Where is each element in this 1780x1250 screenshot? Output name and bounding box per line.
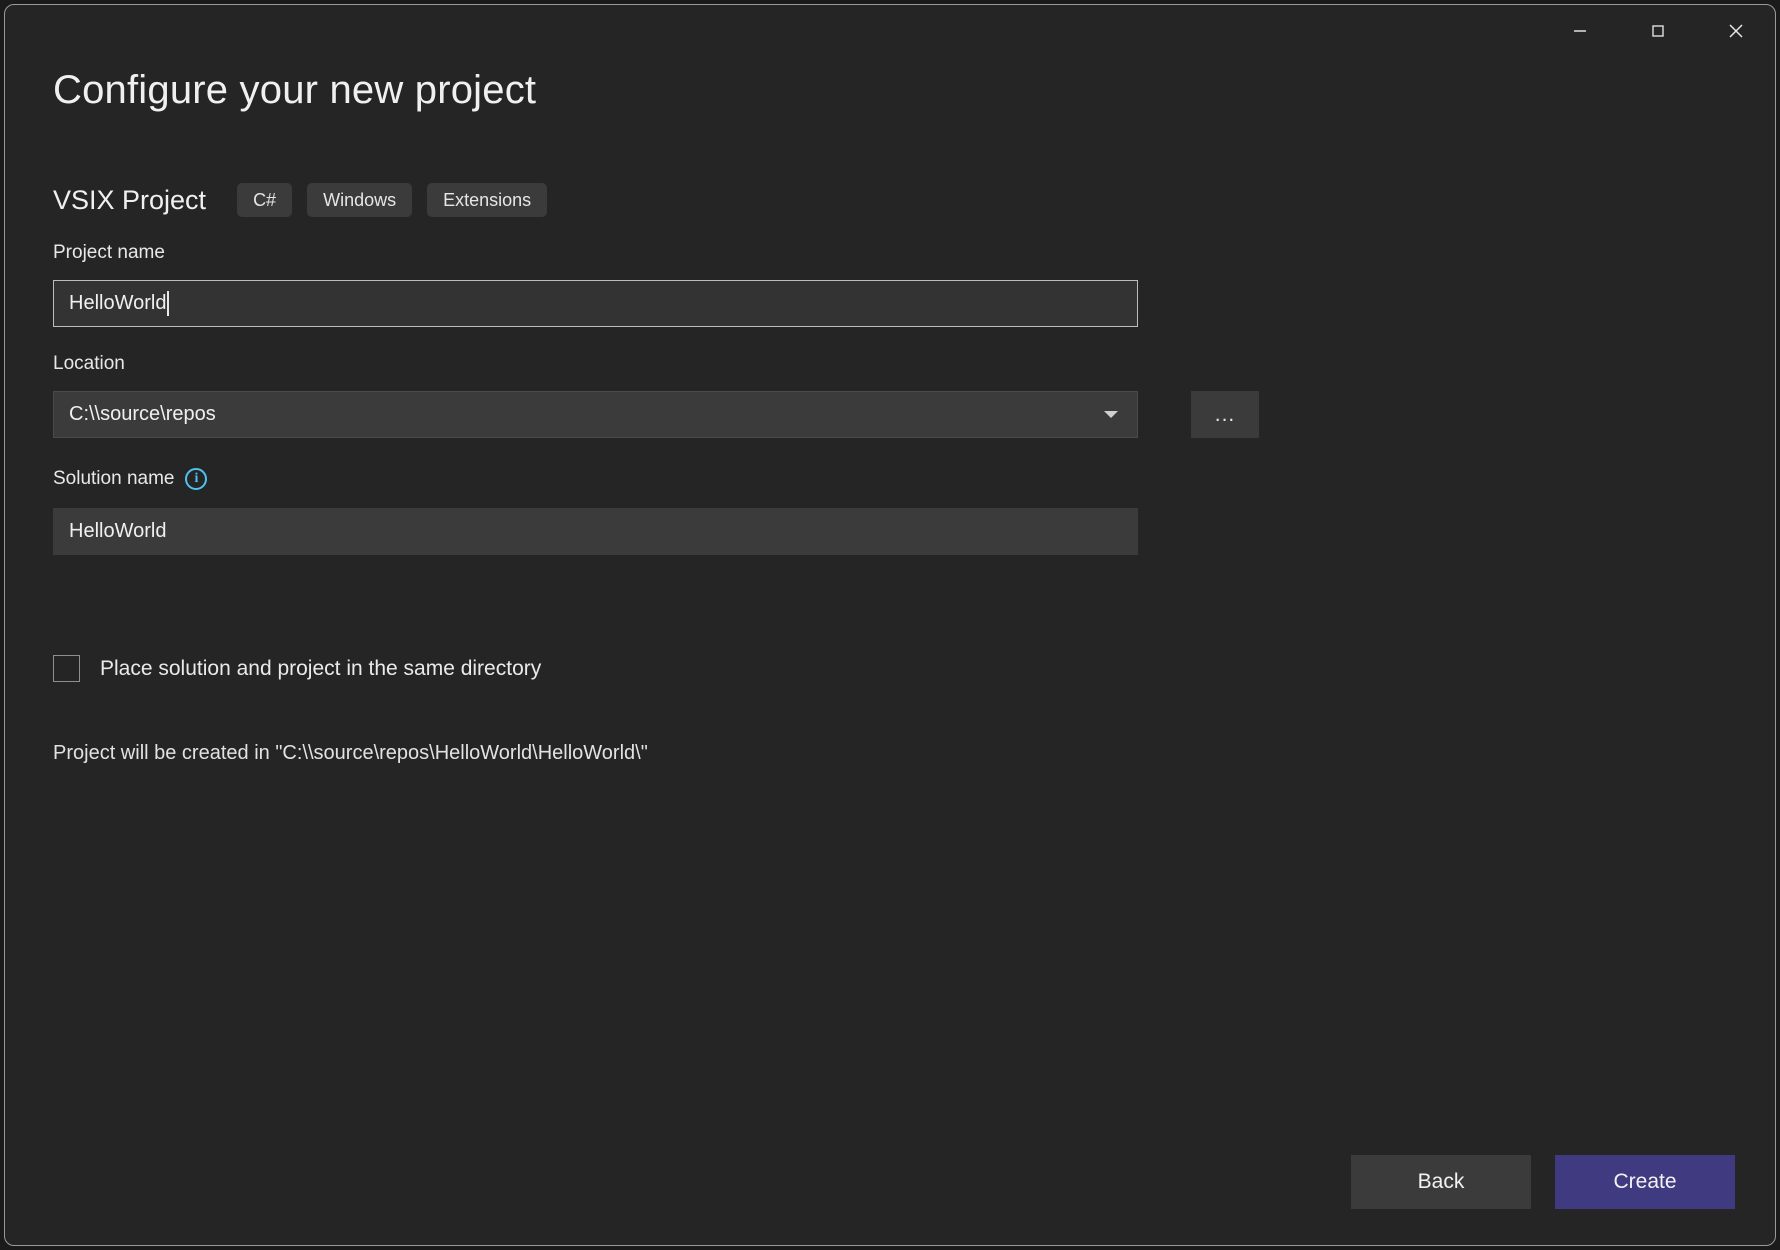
location-value: C:\\source\repos	[69, 403, 216, 425]
dialog-footer: Back Create	[1351, 1155, 1735, 1209]
template-name: VSIX Project	[53, 184, 207, 215]
info-icon[interactable]: i	[185, 468, 208, 490]
page-title: Configure your new project	[53, 68, 537, 112]
solution-name-value: HelloWorld	[69, 520, 167, 542]
text-caret	[167, 291, 170, 316]
tag-project-type: Extensions	[427, 183, 548, 217]
browse-location-button[interactable]: ...	[1191, 391, 1259, 438]
configure-project-dialog: Configure your new project VSIX Project …	[4, 4, 1776, 1246]
template-tags: C# Windows Extensions	[237, 183, 548, 217]
same-directory-label: Place solution and project in the same d…	[100, 656, 542, 680]
location-label: Location	[53, 353, 125, 374]
maximize-icon	[1648, 21, 1668, 41]
minimize-button[interactable]	[1541, 5, 1619, 57]
solution-name-label-row: Solution name i	[53, 468, 208, 490]
maximize-button[interactable]	[1619, 5, 1697, 57]
template-summary: VSIX Project C# Windows Extensions	[53, 183, 548, 217]
project-name-input[interactable]: HelloWorld	[53, 280, 1138, 327]
tag-platform: Windows	[307, 183, 413, 217]
solution-name-label: Solution name	[53, 468, 175, 489]
back-button[interactable]: Back	[1351, 1155, 1531, 1209]
project-name-value: HelloWorld	[69, 292, 167, 314]
close-button[interactable]	[1697, 5, 1775, 57]
window-controls	[1541, 5, 1775, 57]
project-name-label: Project name	[53, 242, 165, 263]
create-button[interactable]: Create	[1555, 1155, 1735, 1209]
chevron-down-icon	[1104, 411, 1118, 418]
same-directory-checkbox-row[interactable]: Place solution and project in the same d…	[53, 655, 541, 682]
close-icon	[1725, 20, 1747, 42]
solution-name-input[interactable]: HelloWorld	[53, 508, 1138, 555]
location-combobox[interactable]: C:\\source\repos	[53, 391, 1138, 438]
minimize-icon	[1570, 21, 1590, 41]
tag-language: C#	[237, 183, 293, 217]
project-path-status: Project will be created in "C:\\source\r…	[53, 742, 648, 764]
same-directory-checkbox[interactable]	[53, 655, 80, 682]
